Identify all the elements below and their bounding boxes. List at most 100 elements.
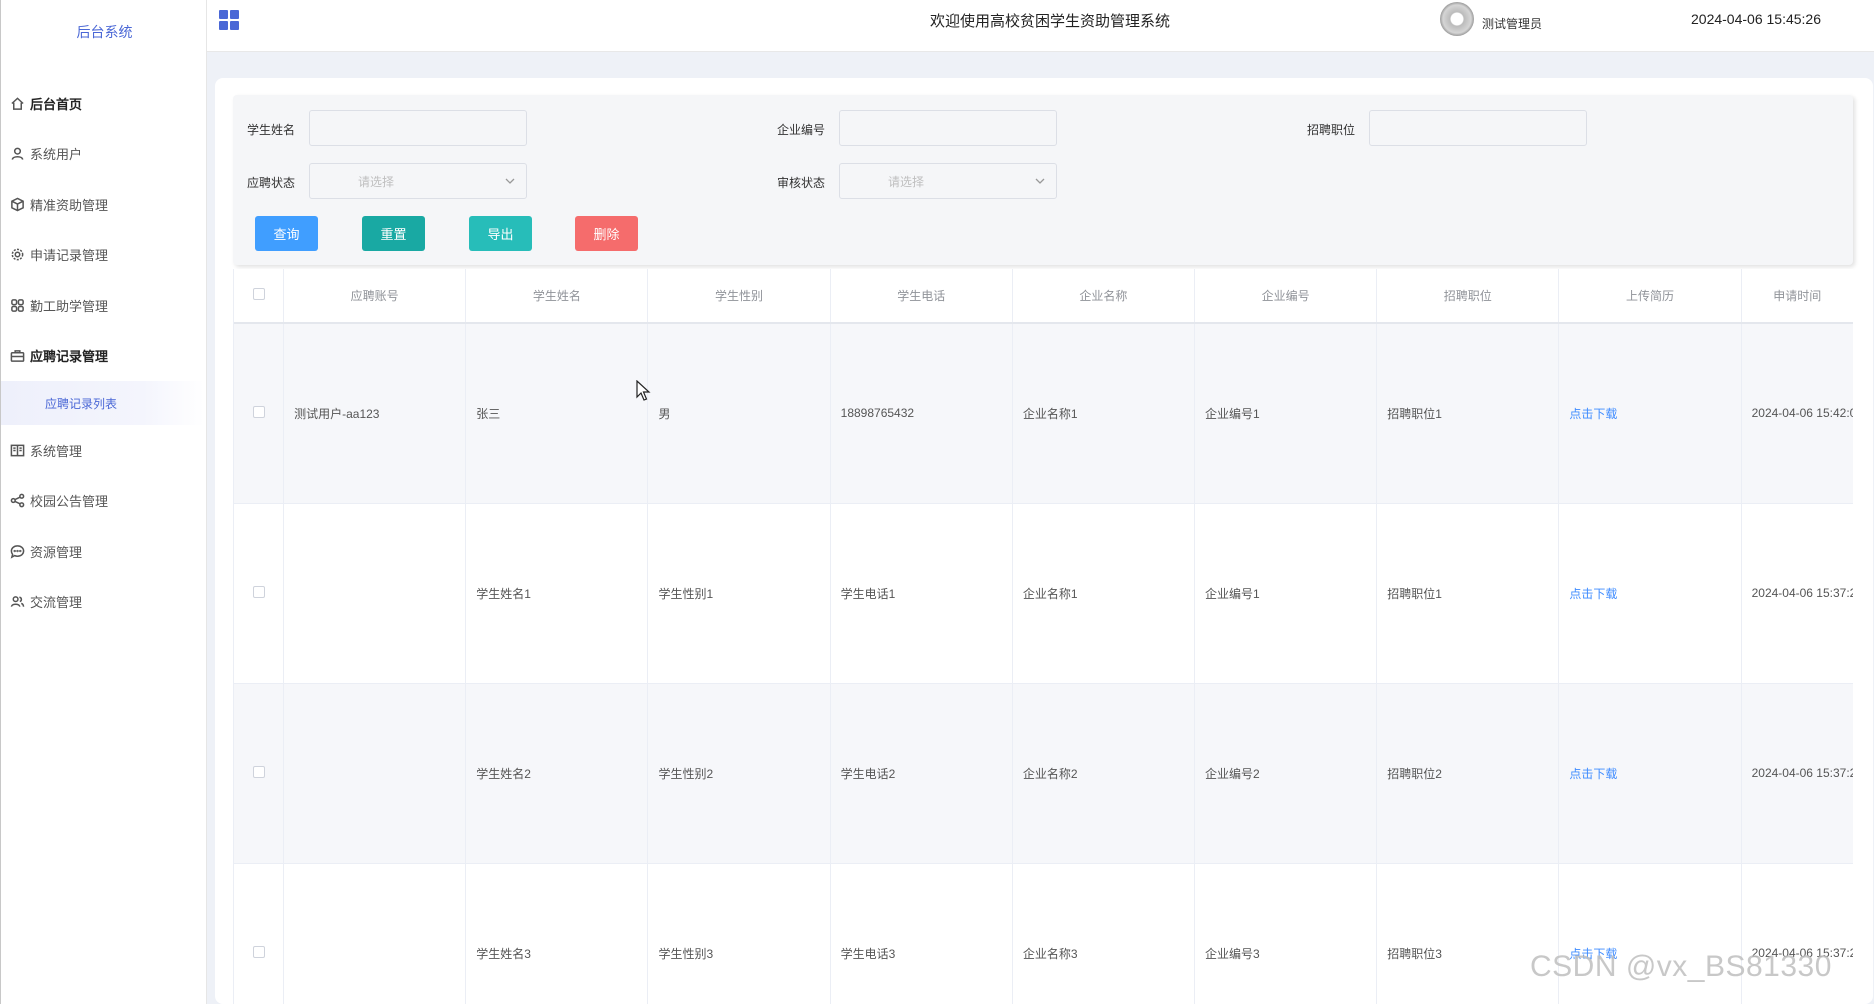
- reset-button[interactable]: 重置: [362, 216, 425, 251]
- delete-button[interactable]: 删除: [575, 216, 638, 251]
- cell-account: 测试用户-aa123: [283, 323, 467, 504]
- cell-student-name: 学生姓名1: [465, 503, 649, 684]
- cell-apply-time: 2024-04-06 15:37:28: [1741, 503, 1853, 684]
- cell-position: 招聘职位1: [1376, 323, 1560, 504]
- sidebar-item-job-applications[interactable]: 应聘记录管理: [1, 331, 208, 382]
- apply-status-label: 应聘状态: [247, 176, 296, 190]
- cell-company: 企业名称2: [1012, 683, 1196, 864]
- row-select-cell[interactable]: [234, 683, 285, 864]
- cell-account: [283, 863, 467, 1004]
- cell-resume: 点击下载: [1558, 683, 1742, 864]
- cell-company: 企业名称1: [1012, 503, 1196, 684]
- row-checkbox[interactable]: [252, 765, 265, 778]
- sidebar-item-work-study[interactable]: 勤工助学管理: [1, 280, 208, 331]
- table-header-row: 应聘账号 学生姓名 学生性别 学生电话 企业名称 企业编号 招聘职位 上传简历 …: [234, 269, 1853, 324]
- row-select-cell[interactable]: [234, 323, 285, 504]
- position-input[interactable]: [1369, 110, 1587, 146]
- sidebar-item-home[interactable]: 后台首页: [1, 78, 208, 129]
- mouse-cursor-icon: [636, 380, 651, 401]
- cell-student-name: 张三: [465, 323, 649, 504]
- col-header-resume[interactable]: 上传简历: [1558, 269, 1742, 324]
- resume-download-link[interactable]: 点击下载: [1569, 407, 1617, 421]
- student-name-input[interactable]: [309, 110, 527, 146]
- col-header-company[interactable]: 企业名称: [1012, 269, 1196, 324]
- col-header-company-no[interactable]: 企业编号: [1194, 269, 1378, 324]
- gear-icon: [9, 247, 25, 263]
- top-header: 欢迎使用高校贫困学生资助管理系统 测试管理员 2024-04-06 15:45:…: [207, 0, 1874, 52]
- row-checkbox[interactable]: [252, 585, 265, 598]
- sidebar-item-system-users[interactable]: 系统用户: [1, 129, 208, 180]
- menu-toggle-icon[interactable]: [219, 10, 239, 30]
- chevron-down-icon: [505, 178, 515, 184]
- table-row[interactable]: 测试用户-aa123 张三 男 18898765432 企业名称1 企业编号1 …: [234, 323, 1853, 504]
- cell-gender: 男: [647, 323, 831, 504]
- home-icon: [9, 95, 25, 111]
- brand-title: 后台系统: [76, 24, 133, 40]
- chevron-down-icon: [1035, 178, 1045, 184]
- col-header-account[interactable]: 应聘账号: [283, 269, 467, 324]
- cell-company-no: 企业编号3: [1194, 863, 1378, 1004]
- cell-company: 企业名称1: [1012, 323, 1196, 504]
- resume-download-link[interactable]: 点击下载: [1569, 587, 1617, 601]
- col-header-gender[interactable]: 学生性别: [647, 269, 831, 324]
- avatar[interactable]: [1440, 2, 1474, 36]
- cell-resume: 点击下载: [1558, 323, 1742, 504]
- sidebar-item-campus-announcements[interactable]: 校园公告管理: [1, 476, 208, 527]
- user-icon: [9, 146, 25, 162]
- cell-company-no: 企业编号2: [1194, 683, 1378, 864]
- cell-phone: 学生电话1: [830, 503, 1013, 684]
- sidebar-item-application-records[interactable]: 申请记录管理: [1, 230, 208, 281]
- row-checkbox[interactable]: [252, 405, 265, 418]
- col-header-phone[interactable]: 学生电话: [830, 269, 1013, 324]
- company-no-input[interactable]: [839, 110, 1057, 146]
- sidebar-subitem-job-application-list[interactable]: 应聘记录列表: [1, 381, 204, 425]
- cell-account: [283, 683, 467, 864]
- sidebar-item-communication[interactable]: 交流管理: [1, 577, 208, 628]
- cube-icon: [9, 196, 25, 212]
- select-all-checkbox[interactable]: [252, 288, 265, 300]
- sidebar-item-label: 交流管理: [30, 595, 83, 611]
- row-select-cell[interactable]: [234, 503, 285, 684]
- datetime-display: 2024-04-06 15:45:26: [1691, 11, 1821, 27]
- table-row[interactable]: 学生姓名1 学生性别1 学生电话1 企业名称1 企业编号1 招聘职位1 点击下载…: [234, 503, 1853, 684]
- sidebar-item-precise-aid[interactable]: 精准资助管理: [1, 179, 208, 230]
- cell-company-no: 企业编号1: [1194, 323, 1378, 504]
- sidebar-item-resources[interactable]: 资源管理: [1, 526, 208, 577]
- review-status-placeholder: 请选择: [888, 174, 925, 189]
- sidebar-item-system-management[interactable]: 系统管理: [1, 425, 208, 476]
- resume-download-link[interactable]: 点击下载: [1569, 767, 1617, 781]
- cell-company-no: 企业编号1: [1194, 503, 1378, 684]
- review-status-select[interactable]: 请选择: [839, 163, 1057, 199]
- table-row[interactable]: 学生姓名2 学生性别2 学生电话2 企业名称2 企业编号2 招聘职位2 点击下载…: [234, 683, 1853, 864]
- sidebar-item-label: 资源管理: [30, 544, 83, 560]
- cell-phone: 学生电话2: [830, 683, 1013, 864]
- cell-gender: 学生性别3: [647, 863, 831, 1004]
- apply-status-select[interactable]: 请选择: [309, 163, 527, 199]
- cell-resume: 点击下载: [1558, 503, 1742, 684]
- col-header-student-name[interactable]: 学生姓名: [465, 269, 649, 324]
- row-checkbox[interactable]: [252, 945, 265, 958]
- sidebar-item-label: 后台首页: [30, 96, 83, 112]
- sidebar-item-label: 申请记录管理: [30, 248, 109, 264]
- watermark: CSDN @vx_BS81330: [1530, 950, 1832, 983]
- user-name[interactable]: 测试管理员: [1482, 15, 1542, 32]
- records-table: 应聘账号 学生姓名 学生性别 学生电话 企业名称 企业编号 招聘职位 上传简历 …: [233, 269, 1853, 1004]
- select-all-cell[interactable]: [234, 269, 285, 324]
- query-button[interactable]: 查询: [255, 216, 318, 251]
- cell-company: 企业名称3: [1012, 863, 1196, 1004]
- col-header-position[interactable]: 招聘职位: [1376, 269, 1560, 324]
- student-name-label: 学生姓名: [247, 123, 296, 137]
- col-header-apply-time[interactable]: 申请时间: [1741, 269, 1853, 324]
- page-title: 欢迎使用高校贫困学生资助管理系统: [930, 13, 1171, 30]
- sidebar-item-label: 校园公告管理: [30, 494, 109, 510]
- export-button[interactable]: 导出: [469, 216, 532, 251]
- row-select-cell[interactable]: [234, 863, 285, 1004]
- sidebar-item-label: 应聘记录管理: [30, 349, 109, 365]
- cell-student-name: 学生姓名2: [465, 683, 649, 864]
- review-status-label: 审核状态: [777, 176, 826, 190]
- sidebar-item-label: 勤工助学管理: [30, 298, 109, 314]
- position-label: 招聘职位: [1307, 123, 1356, 137]
- cell-phone: 学生电话3: [830, 863, 1013, 1004]
- cell-apply-time: 2024-04-06 15:42:00: [1741, 323, 1853, 504]
- cell-student-name: 学生姓名3: [465, 863, 649, 1004]
